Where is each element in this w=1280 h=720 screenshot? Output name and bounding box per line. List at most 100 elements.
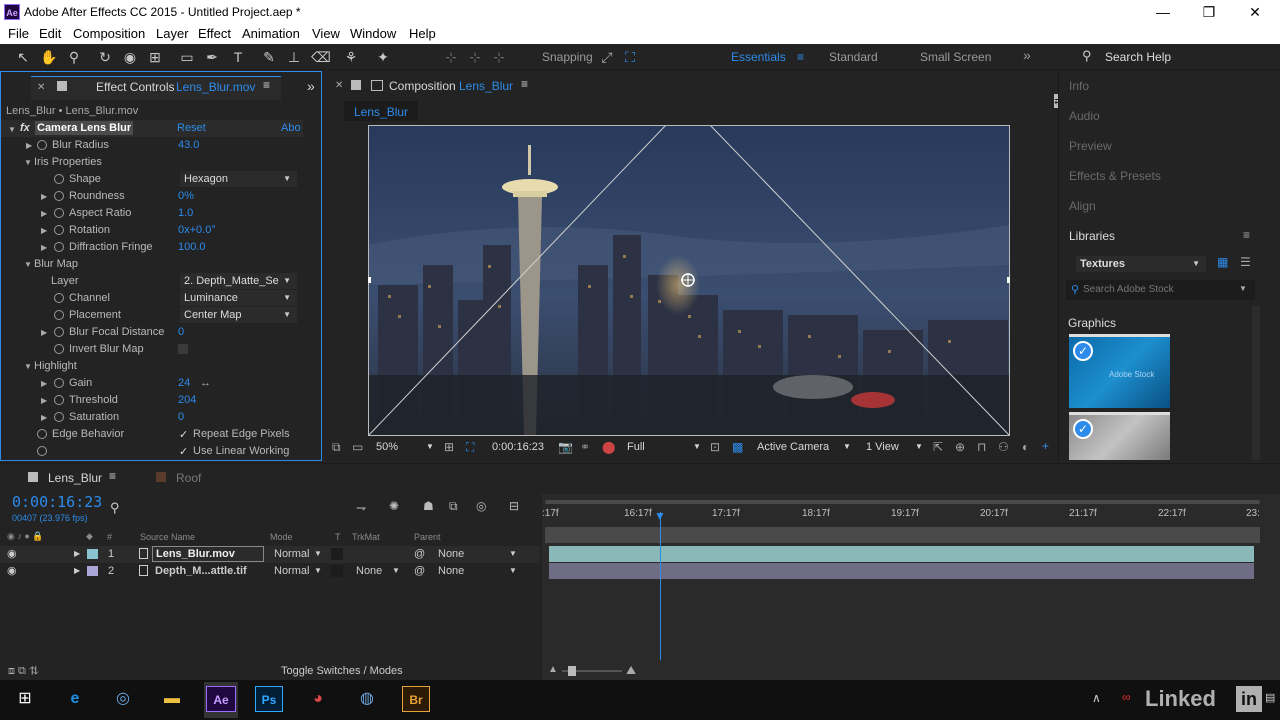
fx-icon[interactable]: fx (20, 122, 30, 134)
aspect-ratio-value[interactable]: 1.0 (178, 207, 193, 219)
draft-3d-icon[interactable]: ⊕ (955, 440, 965, 454)
edge-behavior-checkbox[interactable]: ✓ (179, 428, 188, 441)
minimize-icon[interactable]: — (1148, 2, 1178, 22)
zoom-out-icon[interactable]: ▲ (548, 664, 558, 675)
rotation-value[interactable]: 0x+0.0° (178, 224, 216, 236)
layer-dropdown[interactable]: 2. Depth_Matte_Se (180, 273, 297, 289)
expand-icon[interactable]: ▼ (24, 260, 32, 269)
eraser-tool-icon[interactable]: ⌫ (311, 48, 331, 66)
reset-exposure-icon[interactable]: ◐ (1022, 440, 1029, 454)
label-color-icon[interactable] (87, 549, 98, 559)
parent-dropdown-arrow-icon[interactable]: ▼ (509, 566, 517, 575)
parent-dropdown[interactable]: None (438, 548, 464, 560)
stopwatch-icon[interactable] (54, 174, 64, 184)
stopwatch-icon[interactable] (37, 429, 47, 439)
axis-local-icon[interactable]: ⊹ (442, 48, 460, 66)
visibility-icon[interactable]: ◉ (7, 564, 17, 577)
preview-panel-tab[interactable]: Preview (1069, 139, 1112, 153)
expand-icon[interactable]: ▶ (41, 226, 47, 235)
chrome-icon[interactable]: ◕ (303, 684, 333, 714)
mode-dropdown[interactable]: Normal (274, 548, 309, 560)
menu-animation[interactable]: Animation (242, 26, 300, 41)
libraries-scrollbar[interactable] (1252, 306, 1260, 460)
menu-window[interactable]: Window (350, 26, 396, 41)
preserve-transparency-checkbox[interactable] (331, 548, 343, 560)
fast-preview-icon[interactable]: ⊡ (710, 440, 720, 454)
parent-pickwhip-icon[interactable]: @ (414, 548, 425, 560)
workspace-overflow-icon[interactable]: » (1023, 47, 1031, 63)
expand-icon[interactable]: ▼ (24, 362, 32, 371)
column-source-name[interactable]: Source Name (140, 532, 195, 542)
gain-value[interactable]: 24 (178, 377, 190, 389)
add-exposure-icon[interactable]: + (1042, 439, 1049, 453)
pen-tool-icon[interactable]: ✒ (203, 48, 221, 66)
resolution-dropdown-arrow-icon[interactable]: ▼ (693, 442, 701, 451)
hand-tool-icon[interactable]: ✋ (40, 48, 58, 66)
menu-help[interactable]: Help (409, 26, 436, 41)
camera-tool-icon[interactable]: ◉ (121, 48, 139, 66)
type-tool-icon[interactable]: T (229, 48, 247, 66)
edge-browser-icon[interactable]: e (60, 684, 90, 714)
toggle-switches-modes[interactable]: Toggle Switches / Modes (281, 665, 403, 677)
layer-name[interactable]: Depth_M...attle.tif (155, 565, 247, 577)
roto-brush-tool-icon[interactable]: ⚘ (342, 48, 360, 66)
timeline-timecode[interactable]: 0:00:16:23 (12, 493, 102, 511)
expand-icon[interactable]: ▶ (41, 396, 47, 405)
menu-file[interactable]: File (8, 26, 29, 41)
bridge-icon[interactable]: Br (402, 686, 430, 712)
menu-view[interactable]: View (312, 26, 340, 41)
trkmat-dropdown-arrow-icon[interactable]: ▼ (392, 566, 400, 575)
brush-tool-icon[interactable]: ✎ (260, 48, 278, 66)
file-explorer-icon[interactable]: ▬ (157, 684, 187, 714)
channel-dropdown[interactable]: Luminance (180, 290, 297, 306)
expand-icon[interactable]: ▶ (26, 141, 32, 150)
rectangle-tool-icon[interactable]: ▭ (178, 48, 196, 66)
close-icon[interactable]: ✕ (1240, 2, 1270, 22)
playhead-icon[interactable]: ▼ (654, 510, 666, 522)
notification-icon[interactable]: ▤ (1265, 691, 1275, 704)
layer-bar-2[interactable] (549, 563, 1254, 579)
show-snapshot-icon[interactable]: ⚭ (580, 440, 590, 454)
snap-edges-icon[interactable]: ⤢ (598, 48, 616, 66)
menu-effect[interactable]: Effect (198, 26, 231, 41)
draft-3d-icon[interactable]: ✺ (389, 499, 399, 513)
effect-collapse-icon[interactable]: ▼ (8, 125, 16, 134)
rotate-tool-icon[interactable]: ↻ (96, 48, 114, 66)
stopwatch-icon[interactable] (54, 344, 64, 354)
libraries-panel-tab[interactable]: Libraries (1069, 229, 1115, 243)
stopwatch-icon[interactable] (54, 225, 64, 235)
search-icon[interactable]: ⚲ (1082, 48, 1092, 64)
workspace-essentials[interactable]: Essentials (731, 50, 786, 64)
diffraction-fringe-value[interactable]: 100.0 (178, 241, 206, 253)
panel-menu-icon[interactable]: ≡ (109, 469, 116, 483)
visibility-icon[interactable]: ◉ (7, 547, 17, 560)
expand-icon[interactable]: ▼ (24, 158, 32, 167)
threshold-value[interactable]: 204 (178, 394, 196, 406)
graphic-thumbnail-blue[interactable]: ✓ Adobe Stock (1069, 334, 1170, 408)
mode-dropdown[interactable]: Normal (274, 565, 309, 577)
close-tab-icon[interactable]: ✕ (37, 82, 45, 93)
workspace-small-screen[interactable]: Small Screen (920, 50, 991, 64)
parent-dropdown[interactable]: None (438, 565, 464, 577)
stopwatch-icon[interactable] (37, 446, 47, 456)
workspace-menu-icon[interactable]: ≡ (797, 50, 804, 64)
timeline-tab-lens-blur[interactable]: Lens_Blur (48, 471, 102, 485)
after-effects-icon[interactable]: Ae (206, 686, 236, 712)
timeline-tab-roof[interactable]: Roof (176, 471, 201, 485)
placement-dropdown[interactable]: Center Map (180, 307, 297, 323)
roundness-value[interactable]: 0% (178, 190, 194, 202)
preserve-transparency-checkbox[interactable] (331, 565, 343, 577)
expand-icon[interactable]: ▶ (41, 192, 47, 201)
windows-start-icon[interactable]: ⊞ (10, 684, 40, 714)
saturation-value[interactable]: 0 (178, 411, 184, 423)
camera-dropdown-arrow-icon[interactable]: ▼ (843, 442, 851, 451)
expand-icon[interactable]: ▶ (41, 328, 47, 337)
maximize-icon[interactable]: ❐ (1194, 2, 1224, 22)
layer-name[interactable]: Lens_Blur.mov (152, 546, 264, 562)
globe-icon[interactable]: ◍ (352, 684, 382, 714)
camera-dropdown[interactable]: Active Camera (757, 441, 829, 453)
expand-icon[interactable]: ▶ (41, 379, 47, 388)
creative-cloud-icon[interactable]: ∞ (1122, 690, 1131, 704)
shy-icon[interactable]: ☗ (423, 499, 434, 513)
views-dropdown-arrow-icon[interactable]: ▼ (915, 442, 923, 451)
